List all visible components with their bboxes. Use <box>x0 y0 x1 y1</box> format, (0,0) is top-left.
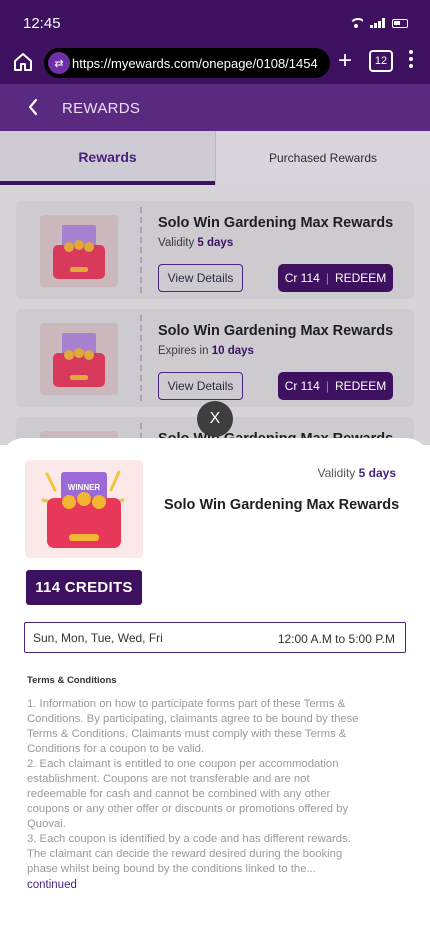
home-icon <box>14 53 32 71</box>
gift-envelope-icon <box>53 225 105 279</box>
terms-line: 2. Each claimant is entitled to one coup… <box>27 758 339 770</box>
status-icons <box>349 18 408 28</box>
signal-icon <box>370 18 385 28</box>
tab-purchased-label: Purchased Rewards <box>268 151 378 165</box>
terms-line: phase whilst being bound by the conditio… <box>27 863 316 875</box>
terms-line: establishment. Coupons are not transfera… <box>27 773 310 785</box>
ticket-notch <box>13 201 19 299</box>
continued-link[interactable]: continued <box>27 878 405 893</box>
view-details-button[interactable]: View Details <box>158 264 243 292</box>
back-button[interactable] <box>26 96 40 122</box>
schedule-days: Sun, Mon, Tue, Wed, Fri <box>33 631 163 645</box>
redeem-button[interactable]: Cr 114 | REDEEM <box>278 264 393 292</box>
terms-line: coupons or any other offer or discounts … <box>27 803 349 815</box>
reward-title: Solo Win Gardening Max Rewards <box>158 215 394 231</box>
winner-badge-text: WINNER <box>68 483 101 492</box>
ticket-notch <box>411 309 417 407</box>
gift-envelope-icon <box>53 333 105 387</box>
reward-thumbnail <box>40 215 118 287</box>
terms-line: Terms & Conditions. Claimants must compl… <box>27 728 347 740</box>
sheet-reward-title: Solo Win Gardening Max Rewards <box>164 497 400 513</box>
wifi-icon <box>349 18 363 28</box>
reward-thumbnail <box>40 323 118 395</box>
status-bar: 12:45 <box>0 0 430 40</box>
terms-line: Quovai. <box>27 818 66 830</box>
terms-heading: Terms & Conditions <box>27 675 117 686</box>
terms-line: 3. Each coupon is identified by a code a… <box>27 833 351 845</box>
expiry-label: Expires in <box>158 345 209 357</box>
availability-schedule: Sun, Mon, Tue, Wed, Fri 12:00 A.M to 5:0… <box>24 622 406 653</box>
battery-icon <box>392 18 408 28</box>
menu-dot <box>409 64 413 68</box>
browser-toolbar: ⇄ https://myewards.com/onepage/0108/1454… <box>0 40 430 84</box>
app-header: REWARDS <box>0 84 430 131</box>
validity-label: Validity <box>158 237 195 249</box>
chevron-left-icon <box>28 98 38 116</box>
separator: | <box>325 379 329 393</box>
view-details-button[interactable]: View Details <box>158 372 243 400</box>
tab-rewards[interactable]: Rewards <box>0 131 215 185</box>
redeem-label: REDEEM <box>334 271 387 285</box>
reward-image: WINNER <box>25 460 143 558</box>
schedule-time: 12:00 A.M to 5:00 P.M <box>277 632 395 646</box>
expiry-value: 10 days <box>211 345 254 357</box>
terms-line: redeemable for cash and cannot be combin… <box>27 788 331 800</box>
site-settings-icon[interactable]: ⇄ <box>48 52 70 74</box>
credit-cost: Cr 114 <box>284 379 320 393</box>
page-title: REWARDS <box>62 100 141 117</box>
terms-line: Conditions. By participating, claimants … <box>27 713 359 725</box>
close-sheet-button[interactable]: X <box>197 401 233 437</box>
reward-card[interactable]: Solo Win Gardening Max Rewards Expires i… <box>13 309 417 407</box>
validity-value: 5 days <box>197 237 234 249</box>
validity-value: 5 days <box>358 466 396 480</box>
menu-dot <box>409 50 413 54</box>
perforation-line <box>140 315 142 401</box>
credits-button[interactable]: 114 CREDITS <box>26 570 142 605</box>
reward-expiry: Expires in 10 days <box>158 345 254 357</box>
reward-card[interactable]: Solo Win Gardening Max Rewards Validity … <box>13 201 417 299</box>
winner-envelope-icon: WINNER <box>41 470 125 548</box>
tab-bar: Rewards Purchased Rewards <box>0 131 430 185</box>
reward-title: Solo Win Gardening Max Rewards <box>158 323 394 339</box>
ticket-notch <box>411 201 417 299</box>
menu-dot <box>409 57 413 61</box>
ticket-notch <box>13 309 19 407</box>
terms-line: 1. Information on how to participate for… <box>27 698 346 710</box>
terms-line: The claimant can decide the reward desir… <box>27 848 343 860</box>
status-time: 12:45 <box>23 15 61 32</box>
perforation-line <box>140 207 142 293</box>
redeem-label: REDEEM <box>334 379 387 393</box>
sheet-validity: Validity 5 days <box>318 466 397 480</box>
reward-details-sheet: WINNER Validity 5 days Solo Win Gardenin… <box>0 438 430 932</box>
tab-rewards-label: Rewards <box>78 149 137 165</box>
browser-menu-button[interactable] <box>408 50 414 68</box>
tab-switcher-button[interactable]: 12 <box>369 50 393 72</box>
terms-body: 1. Information on how to participate for… <box>27 697 405 893</box>
url-text: https://myewards.com/onepage/0108/1454 <box>72 55 318 71</box>
home-button[interactable] <box>12 52 34 72</box>
terms-line: Conditions for a coupon to be valid. <box>27 743 205 755</box>
credit-cost: Cr 114 <box>284 271 320 285</box>
separator: | <box>325 271 329 285</box>
validity-label: Validity <box>317 466 356 480</box>
reward-validity: Validity 5 days <box>158 237 233 249</box>
address-bar[interactable]: ⇄ https://myewards.com/onepage/0108/1454 <box>44 48 330 78</box>
redeem-button[interactable]: Cr 114 | REDEEM <box>278 372 393 400</box>
new-tab-button[interactable]: + <box>338 49 352 73</box>
tab-purchased-rewards[interactable]: Purchased Rewards <box>216 131 430 185</box>
